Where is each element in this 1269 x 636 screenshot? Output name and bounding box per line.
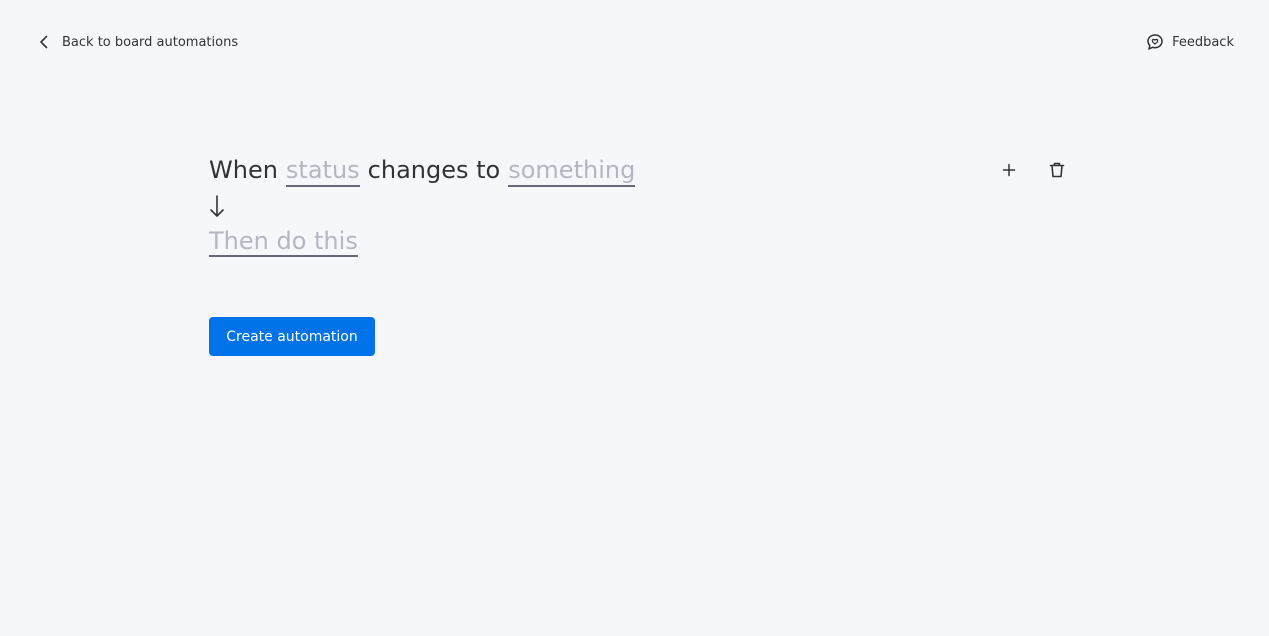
back-link-label: Back to board automations xyxy=(62,34,239,50)
add-condition-button[interactable] xyxy=(997,158,1021,182)
trash-icon xyxy=(1049,162,1065,178)
when-text: When xyxy=(209,156,278,184)
action-placeholder-token[interactable]: Then do this xyxy=(209,227,358,257)
action-sentence: Then do this xyxy=(209,226,1069,257)
delete-recipe-button[interactable] xyxy=(1045,158,1069,182)
trigger-value-token[interactable]: something xyxy=(508,155,636,187)
plus-icon xyxy=(1002,163,1016,177)
automation-builder-page: Back to board automations Feedback When … xyxy=(0,0,1269,636)
back-to-automations-link[interactable]: Back to board automations xyxy=(36,30,238,54)
feedback-button[interactable]: Feedback xyxy=(1146,30,1234,54)
create-automation-button[interactable]: Create automation xyxy=(209,317,375,356)
arrow-down-icon xyxy=(210,195,224,217)
trigger-field-token[interactable]: status xyxy=(285,155,360,187)
flow-arrow xyxy=(209,190,1069,224)
feedback-bubble-icon xyxy=(1146,33,1164,51)
chevron-left-icon xyxy=(36,34,52,50)
automation-recipe: When status changes to something Then do… xyxy=(209,150,1069,257)
changes-to-text: changes to xyxy=(367,156,501,184)
feedback-label: Feedback xyxy=(1172,34,1234,50)
recipe-actions xyxy=(997,158,1069,182)
trigger-sentence: When status changes to something xyxy=(209,150,1069,190)
